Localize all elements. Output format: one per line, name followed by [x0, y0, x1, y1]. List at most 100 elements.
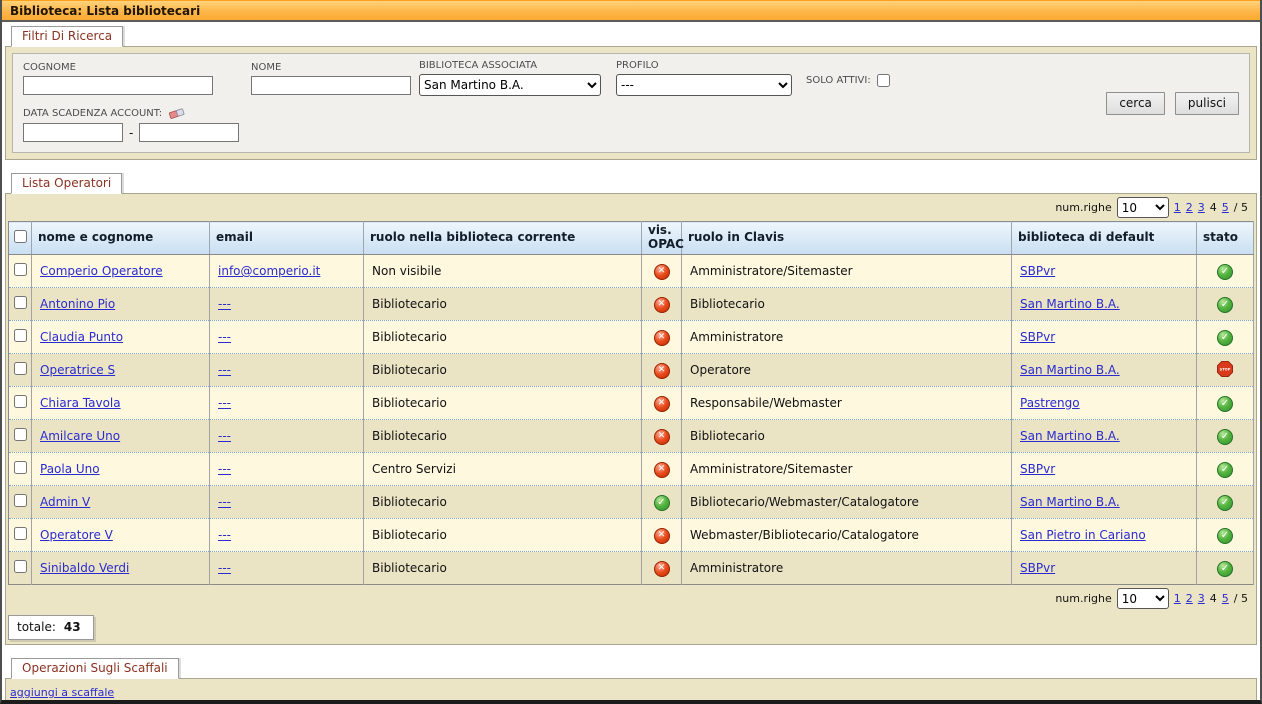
row-select-checkbox[interactable]	[14, 494, 27, 507]
ruolo-biblioteca-corrente-cell: Bibliotecario	[364, 288, 642, 321]
check-ok-icon: ✓	[654, 495, 670, 511]
operator-name-link[interactable]: Operatrice S	[40, 363, 115, 377]
operator-email-link[interactable]: ---	[218, 462, 231, 476]
operator-name-link[interactable]: Antonino Pio	[40, 297, 115, 311]
biblioteca-associata-select[interactable]: San Martino B.A.	[419, 74, 601, 96]
stato-cell: ✓	[1197, 255, 1254, 288]
application-window: Biblioteca: Lista bibliotecari Filtri Di…	[0, 0, 1262, 704]
table-row: Admin V---Bibliotecario✓Bibliotecario/We…	[9, 486, 1254, 519]
operator-name-link[interactable]: Chiara Tavola	[40, 396, 121, 410]
pagination-top: num.righe1012345/ 5	[6, 194, 1256, 221]
biblioteca-default-link[interactable]: San Martino B.A.	[1020, 363, 1120, 377]
table-row: Paola Uno---Centro Servizi✕Amministrator…	[9, 453, 1254, 486]
filters-panel: COGNOME NOME BIBLIOTECA ASSOCIATA San Ma…	[5, 46, 1257, 160]
header-biblioteca-default: biblioteca di default	[1012, 222, 1197, 255]
biblioteca-default-link[interactable]: SBPvr	[1020, 462, 1055, 476]
shelf-operations-tab: Operazioni Sugli Scaffali	[11, 658, 179, 679]
pagination-page-link[interactable]: 3	[1198, 201, 1205, 214]
stato-cell: ✓	[1197, 288, 1254, 321]
operator-email-link[interactable]: ---	[218, 297, 231, 311]
data-scadenza-to-input[interactable]	[139, 123, 239, 142]
stato-cell: ✓	[1197, 387, 1254, 420]
nome-input[interactable]	[251, 76, 411, 95]
ruolo-clavis-cell: Amministratore	[682, 321, 1012, 354]
operator-name-link[interactable]: Operatore V	[40, 528, 113, 542]
row-select-checkbox[interactable]	[14, 263, 27, 276]
biblioteca-default-link[interactable]: SBPvr	[1020, 561, 1055, 575]
operator-name-link[interactable]: Amilcare Uno	[40, 429, 120, 443]
ruolo-biblioteca-corrente-cell: Bibliotecario	[364, 552, 642, 585]
num-righe-select[interactable]: 10	[1117, 588, 1169, 609]
pagination-page-link[interactable]: 5	[1222, 201, 1229, 214]
cross-no-icon: ✕	[654, 462, 670, 478]
row-select-checkbox[interactable]	[14, 461, 27, 474]
pagination-page-link[interactable]: 2	[1186, 592, 1193, 605]
vis-opac-cell: ✕	[642, 453, 682, 486]
shelf-operations-section: Operazioni Sugli Scaffali aggiungi a sca…	[2, 654, 1260, 704]
cerca-button[interactable]: cerca	[1106, 92, 1165, 115]
num-righe-label: num.righe	[1055, 201, 1111, 214]
nome-field-group: NOME	[251, 62, 411, 95]
pagination-page-link[interactable]: 1	[1174, 592, 1181, 605]
operator-name-link[interactable]: Sinibaldo Verdi	[40, 561, 129, 575]
biblioteca-default-link[interactable]: SBPvr	[1020, 330, 1055, 344]
biblioteca-default-link[interactable]: San Martino B.A.	[1020, 429, 1120, 443]
vis-opac-cell: ✕	[642, 321, 682, 354]
row-select-checkbox[interactable]	[14, 329, 27, 342]
pagination-page-link[interactable]: 5	[1222, 592, 1229, 605]
biblioteca-default-link[interactable]: San Martino B.A.	[1020, 297, 1120, 311]
table-row: Chiara Tavola---Bibliotecario✕Responsabi…	[9, 387, 1254, 420]
row-select-checkbox[interactable]	[14, 395, 27, 408]
operator-email-link[interactable]: ---	[218, 495, 231, 509]
operator-email-link[interactable]: ---	[218, 363, 231, 377]
vis-opac-cell: ✕	[642, 255, 682, 288]
operator-email-link[interactable]: ---	[218, 561, 231, 575]
profilo-select[interactable]: ---	[616, 74, 792, 96]
biblioteca-default-link[interactable]: Pastrengo	[1020, 396, 1080, 410]
pagination-page-link[interactable]: 3	[1198, 592, 1205, 605]
select-all-checkbox[interactable]	[14, 230, 27, 243]
row-select-checkbox[interactable]	[14, 560, 27, 573]
biblioteca-default-link[interactable]: SBPvr	[1020, 264, 1055, 278]
ruolo-clavis-cell: Bibliotecario	[682, 420, 1012, 453]
ruolo-biblioteca-corrente-cell: Bibliotecario	[364, 354, 642, 387]
data-scadenza-from-input[interactable]	[23, 123, 123, 142]
cognome-input[interactable]	[23, 76, 213, 95]
ruolo-clavis-cell: Amministratore/Sitemaster	[682, 453, 1012, 486]
operator-name-link[interactable]: Claudia Punto	[40, 330, 123, 344]
operator-name-link[interactable]: Comperio Operatore	[40, 264, 163, 278]
check-ok-icon: ✓	[1217, 462, 1233, 478]
pagination-page-link[interactable]: 1	[1174, 201, 1181, 214]
aggiungi-a-scaffale-link[interactable]: aggiungi a scaffale	[10, 686, 114, 699]
ruolo-clavis-cell: Bibliotecario/Webmaster/Catalogatore	[682, 486, 1012, 519]
stato-cell: ✓	[1197, 552, 1254, 585]
pulisci-button[interactable]: pulisci	[1175, 92, 1239, 115]
operator-name-link[interactable]: Admin V	[40, 495, 90, 509]
num-righe-select[interactable]: 10	[1117, 197, 1169, 218]
cross-no-icon: ✕	[654, 561, 670, 577]
row-select-checkbox[interactable]	[14, 527, 27, 540]
solo-attivi-field-group: SOLO ATTIVI:	[806, 74, 890, 87]
row-select-checkbox[interactable]	[14, 296, 27, 309]
vis-opac-cell: ✓	[642, 486, 682, 519]
ruolo-clavis-cell: Webmaster/Bibliotecario/Catalogatore	[682, 519, 1012, 552]
operator-email-link[interactable]: info@comperio.it	[218, 264, 320, 278]
row-select-checkbox[interactable]	[14, 428, 27, 441]
operator-email-link[interactable]: ---	[218, 396, 231, 410]
operator-email-link[interactable]: ---	[218, 429, 231, 443]
operator-name-link[interactable]: Paola Uno	[40, 462, 100, 476]
num-righe-label: num.righe	[1055, 592, 1111, 605]
table-row: Sinibaldo Verdi---Bibliotecario✕Amminist…	[9, 552, 1254, 585]
biblioteca-default-link[interactable]: San Martino B.A.	[1020, 495, 1120, 509]
pagination-page-link[interactable]: 2	[1186, 201, 1193, 214]
operator-email-link[interactable]: ---	[218, 330, 231, 344]
operator-email-link[interactable]: ---	[218, 528, 231, 542]
biblioteca-default-link[interactable]: San Pietro in Cariano	[1020, 528, 1146, 542]
solo-attivi-checkbox[interactable]	[877, 74, 890, 87]
row-select-checkbox[interactable]	[14, 362, 27, 375]
check-ok-icon: ✓	[1217, 396, 1233, 412]
table-row: Comperio Operatoreinfo@comperio.itNon vi…	[9, 255, 1254, 288]
shelf-operations-panel: aggiungi a scaffale	[5, 678, 1257, 704]
eraser-icon[interactable]	[168, 106, 186, 120]
filters-fieldset: COGNOME NOME BIBLIOTECA ASSOCIATA San Ma…	[12, 53, 1250, 153]
